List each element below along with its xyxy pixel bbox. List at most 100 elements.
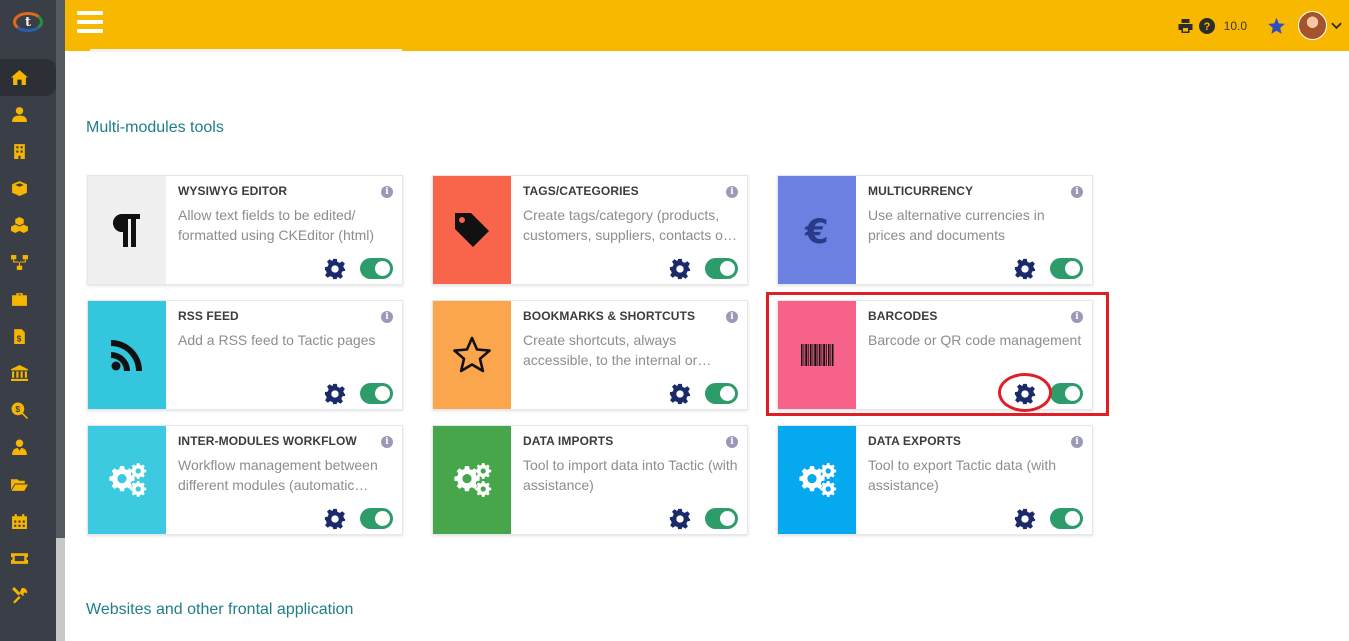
sidebar-item-users[interactable] bbox=[0, 96, 56, 133]
sidebar-item-documents[interactable] bbox=[0, 466, 56, 503]
sidebar-scrollbar[interactable] bbox=[56, 0, 65, 641]
sidebar: t $ $ bbox=[0, 0, 56, 641]
favorites-button[interactable] bbox=[1267, 17, 1286, 35]
sidebar-scrollbar-thumb[interactable] bbox=[56, 0, 65, 538]
folder-open-icon bbox=[11, 479, 28, 491]
sidebar-item-stock[interactable] bbox=[0, 207, 56, 244]
module-card-wysiwyg: WYSIWYG EDITOR Allow text fields to be e… bbox=[87, 175, 403, 285]
toggle-knob bbox=[720, 511, 735, 526]
paragraph-icon bbox=[112, 214, 140, 247]
toggle-knob bbox=[375, 511, 390, 526]
settings-gear-icon[interactable] bbox=[669, 508, 691, 530]
sidebar-item-products[interactable] bbox=[0, 170, 56, 207]
module-description: Tool to export Tactic data (with assista… bbox=[868, 457, 1057, 493]
info-icon[interactable]: i bbox=[726, 186, 738, 198]
module-enabled-toggle[interactable] bbox=[360, 383, 393, 404]
info-icon[interactable]: i bbox=[1071, 186, 1083, 198]
sidebar-item-members[interactable] bbox=[0, 429, 56, 466]
cogs-icon bbox=[799, 463, 837, 497]
settings-gear-icon[interactable] bbox=[669, 258, 691, 280]
star-icon bbox=[1268, 17, 1285, 34]
hamburger-line bbox=[77, 29, 103, 33]
avatar[interactable] bbox=[1298, 11, 1327, 40]
module-description: Workflow management between different mo… bbox=[178, 457, 378, 493]
user-icon bbox=[12, 107, 27, 122]
main-content: Multi-modules tools WYSIWYG EDITOR Allow… bbox=[65, 49, 1349, 641]
chevron-down-icon bbox=[1331, 22, 1342, 29]
module-enabled-toggle[interactable] bbox=[1050, 258, 1083, 279]
module-picture: € bbox=[778, 176, 856, 284]
settings-gear-icon[interactable] bbox=[324, 383, 346, 405]
tag-icon bbox=[455, 213, 489, 247]
module-enabled-toggle[interactable] bbox=[1050, 508, 1083, 529]
module-card-tags: TAGS/CATEGORIES Create tags/category (pr… bbox=[432, 175, 748, 285]
previous-card-edge bbox=[90, 49, 402, 52]
sidebar-item-accounting[interactable]: $ bbox=[0, 392, 56, 429]
toggle-knob bbox=[1065, 261, 1080, 276]
calendar-icon bbox=[12, 514, 27, 529]
module-enabled-toggle[interactable] bbox=[360, 258, 393, 279]
toggle-knob bbox=[720, 386, 735, 401]
menu-toggle-button[interactable] bbox=[77, 11, 103, 33]
hamburger-line bbox=[77, 11, 103, 15]
user-tie-icon bbox=[12, 439, 27, 455]
section-title-websites: Websites and other frontal application bbox=[86, 601, 354, 618]
settings-gear-icon[interactable] bbox=[1014, 258, 1036, 280]
settings-gear-icon[interactable] bbox=[324, 508, 346, 530]
sidebar-item-companies[interactable] bbox=[0, 133, 56, 170]
highlight-box bbox=[766, 292, 1109, 416]
sidebar-item-bank[interactable] bbox=[0, 355, 56, 392]
settings-gear-icon[interactable] bbox=[669, 383, 691, 405]
module-title: TAGS/CATEGORIES bbox=[523, 184, 639, 198]
print-button[interactable] bbox=[1177, 18, 1194, 34]
info-icon[interactable]: i bbox=[1071, 436, 1083, 448]
module-picture bbox=[433, 426, 511, 534]
info-icon[interactable]: i bbox=[381, 436, 393, 448]
star-outline-icon bbox=[453, 336, 491, 373]
sidebar-item-agenda[interactable] bbox=[0, 503, 56, 540]
module-picture bbox=[88, 301, 166, 409]
toggle-knob bbox=[375, 261, 390, 276]
module-enabled-toggle[interactable] bbox=[360, 508, 393, 529]
invoice-icon: $ bbox=[14, 329, 25, 344]
sidebar-nav: $ $ bbox=[0, 59, 56, 614]
toggle-knob bbox=[375, 386, 390, 401]
settings-gear-icon[interactable] bbox=[324, 258, 346, 280]
module-enabled-toggle[interactable] bbox=[705, 258, 738, 279]
module-picture bbox=[88, 176, 166, 284]
box-icon bbox=[12, 181, 27, 196]
settings-gear-icon[interactable] bbox=[1014, 508, 1036, 530]
sidebar-item-tools[interactable] bbox=[0, 577, 56, 614]
app-logo[interactable]: t bbox=[0, 0, 56, 44]
tools-icon bbox=[12, 587, 28, 604]
module-title: WYSIWYG EDITOR bbox=[178, 184, 288, 198]
module-title: DATA EXPORTS bbox=[868, 434, 961, 448]
module-title: MULTICURRENCY bbox=[868, 184, 974, 198]
module-picture bbox=[433, 301, 511, 409]
svg-text:$: $ bbox=[17, 333, 22, 343]
sidebar-item-invoices[interactable]: $ bbox=[0, 318, 56, 355]
user-menu-button[interactable] bbox=[1331, 22, 1342, 30]
module-enabled-toggle[interactable] bbox=[705, 508, 738, 529]
module-title: BOOKMARKS & SHORTCUTS bbox=[523, 309, 696, 323]
module-enabled-toggle[interactable] bbox=[705, 383, 738, 404]
info-icon[interactable]: i bbox=[726, 436, 738, 448]
info-icon[interactable]: i bbox=[726, 311, 738, 323]
module-title: RSS FEED bbox=[178, 309, 239, 323]
cogs-icon bbox=[109, 463, 147, 497]
module-description: Add a RSS feed to Tactic pages bbox=[178, 332, 376, 348]
module-description: Create tags/category (products, customer… bbox=[523, 207, 737, 243]
help-button[interactable]: ? bbox=[1198, 17, 1215, 34]
module-description: Tool to import data into Tactic (with as… bbox=[523, 457, 738, 493]
info-icon[interactable]: i bbox=[381, 311, 393, 323]
sidebar-item-hr[interactable] bbox=[0, 281, 56, 318]
highlight-ellipse bbox=[998, 373, 1052, 412]
sidebar-item-tickets[interactable] bbox=[0, 540, 56, 577]
sidebar-item-home[interactable] bbox=[0, 59, 56, 96]
sidebar-item-projects[interactable] bbox=[0, 244, 56, 281]
info-icon[interactable]: i bbox=[381, 186, 393, 198]
module-description: Create shortcuts, always accessible, to … bbox=[523, 332, 712, 368]
module-description: Allow text fields to be edited/ formatte… bbox=[178, 207, 375, 243]
help-icon: ? bbox=[1198, 17, 1215, 34]
module-card-rss: RSS FEED Add a RSS feed to Tactic pages … bbox=[87, 300, 403, 410]
